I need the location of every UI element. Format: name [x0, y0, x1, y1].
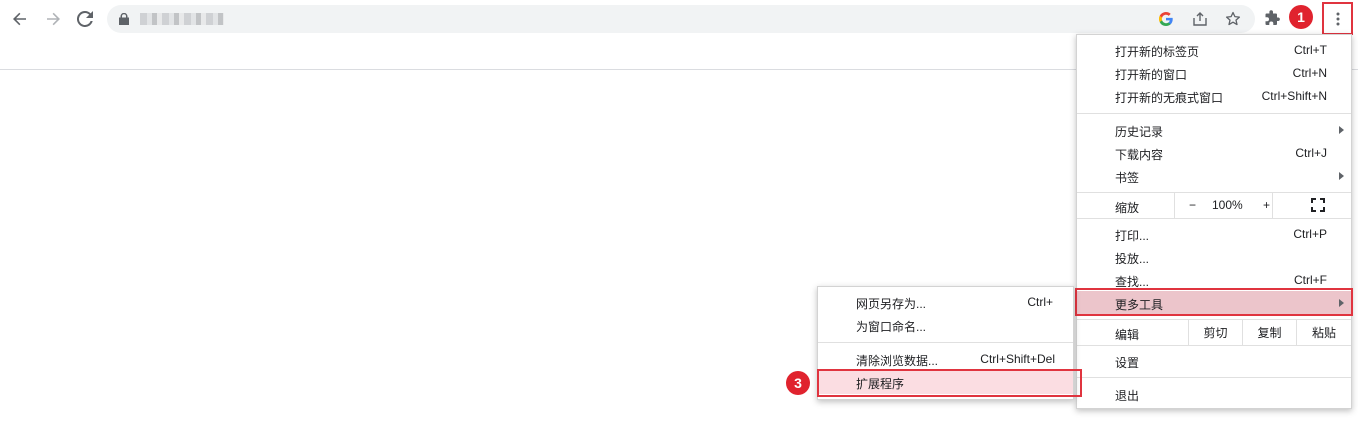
menu-item-shortcut: Ctrl+Shift+Del	[980, 352, 1055, 366]
chrome-menu: 打开新的标签页 Ctrl+T 打开新的窗口 Ctrl+N 打开新的无痕式窗口 C…	[1076, 34, 1352, 409]
kebab-menu-icon	[1336, 12, 1339, 25]
submenu-item-name-window[interactable]: 为窗口命名...	[818, 314, 1073, 337]
arrow-right-icon	[47, 12, 60, 26]
menu-item-shortcut: Ctrl+F	[1294, 273, 1327, 287]
cut-button[interactable]: 剪切	[1188, 319, 1242, 345]
menu-item-print[interactable]: 打印... Ctrl+P	[1077, 223, 1351, 246]
menu-item-label: 历史记录	[1115, 125, 1164, 139]
menu-item-label: 网页另存为...	[856, 297, 927, 311]
submenu-arrow-icon	[1339, 126, 1344, 134]
menu-item-settings[interactable]: 设置	[1077, 350, 1351, 373]
puzzle-icon[interactable]	[1262, 7, 1284, 29]
highlight-more-tools	[1075, 288, 1353, 316]
menu-item-shortcut: Ctrl+Shift+N	[1261, 89, 1327, 103]
forward-button[interactable]	[40, 6, 66, 32]
chrome-menu-button[interactable]	[1322, 2, 1353, 35]
menu-item-bookmarks[interactable]: 书签	[1077, 165, 1351, 188]
menu-item-downloads[interactable]: 下载内容 Ctrl+J	[1077, 142, 1351, 165]
edit-label: 编辑	[1115, 328, 1140, 342]
menu-item-label: 打开新的无痕式窗口	[1115, 91, 1224, 105]
fullscreen-icon[interactable]	[1311, 198, 1325, 212]
menu-item-label: 清除浏览数据...	[856, 354, 939, 368]
step-badge-3: 3	[786, 371, 810, 395]
star-icon[interactable]	[1224, 10, 1242, 28]
google-icon[interactable]	[1157, 10, 1175, 28]
share-icon[interactable]	[1191, 10, 1209, 28]
reload-icon	[77, 11, 93, 27]
menu-row-edit: 编辑 剪切 复制 粘贴	[1077, 319, 1351, 345]
menu-item-label: 打印...	[1115, 229, 1150, 243]
highlight-extensions	[817, 369, 1082, 397]
menu-item-shortcut: Ctrl+J	[1295, 146, 1327, 160]
menu-item-shortcut: Ctrl+T	[1294, 43, 1327, 57]
menu-item-label: 投放...	[1115, 252, 1150, 266]
menu-separator	[1077, 218, 1351, 219]
address-bar[interactable]	[107, 5, 1255, 33]
zoom-control: − 100% +	[1174, 192, 1273, 218]
step-badge-1: 1	[1289, 5, 1313, 29]
zoom-out-button[interactable]: −	[1189, 198, 1196, 212]
menu-row-zoom: 缩放 − 100% +	[1077, 192, 1351, 218]
menu-item-label: 为窗口命名...	[856, 320, 927, 334]
zoom-label: 缩放	[1115, 201, 1140, 215]
zoom-in-button[interactable]: +	[1263, 198, 1270, 212]
paste-button[interactable]: 粘贴	[1296, 319, 1351, 345]
submenu-item-clear-data[interactable]: 清除浏览数据... Ctrl+Shift+Del	[818, 348, 1073, 371]
menu-separator	[818, 342, 1073, 343]
menu-item-label: 下载内容	[1115, 148, 1164, 162]
menu-item-shortcut: Ctrl+P	[1293, 227, 1327, 241]
menu-separator	[1077, 345, 1351, 346]
menu-item-label: 书签	[1115, 171, 1140, 185]
menu-item-new-window[interactable]: 打开新的窗口 Ctrl+N	[1077, 62, 1351, 85]
menu-separator	[1077, 377, 1351, 378]
menu-item-new-tab[interactable]: 打开新的标签页 Ctrl+T	[1077, 39, 1351, 62]
menu-item-shortcut: Ctrl+N	[1292, 66, 1327, 80]
url-text[interactable]	[140, 13, 224, 25]
submenu-item-save-page[interactable]: 网页另存为... Ctrl+	[818, 291, 1073, 314]
menu-item-shortcut: Ctrl+	[1027, 295, 1053, 309]
copy-button[interactable]: 复制	[1242, 319, 1296, 345]
menu-item-label: 退出	[1115, 389, 1140, 403]
menu-item-label: 打开新的窗口	[1115, 68, 1188, 82]
menu-item-label: 设置	[1115, 356, 1140, 370]
back-button[interactable]	[7, 6, 33, 32]
menu-separator	[1077, 113, 1351, 114]
menu-item-exit[interactable]: 退出	[1077, 383, 1351, 406]
menu-item-cast[interactable]: 投放...	[1077, 246, 1351, 269]
browser-toolbar: 1	[0, 0, 1358, 38]
lock-icon	[119, 13, 129, 25]
menu-item-incognito[interactable]: 打开新的无痕式窗口 Ctrl+Shift+N	[1077, 85, 1351, 108]
arrow-left-icon	[13, 12, 26, 26]
submenu-arrow-icon	[1339, 172, 1344, 180]
reload-button[interactable]	[72, 6, 98, 32]
menu-item-label: 打开新的标签页	[1115, 45, 1200, 59]
menu-item-history[interactable]: 历史记录	[1077, 119, 1351, 142]
zoom-level: 100%	[1212, 198, 1243, 212]
